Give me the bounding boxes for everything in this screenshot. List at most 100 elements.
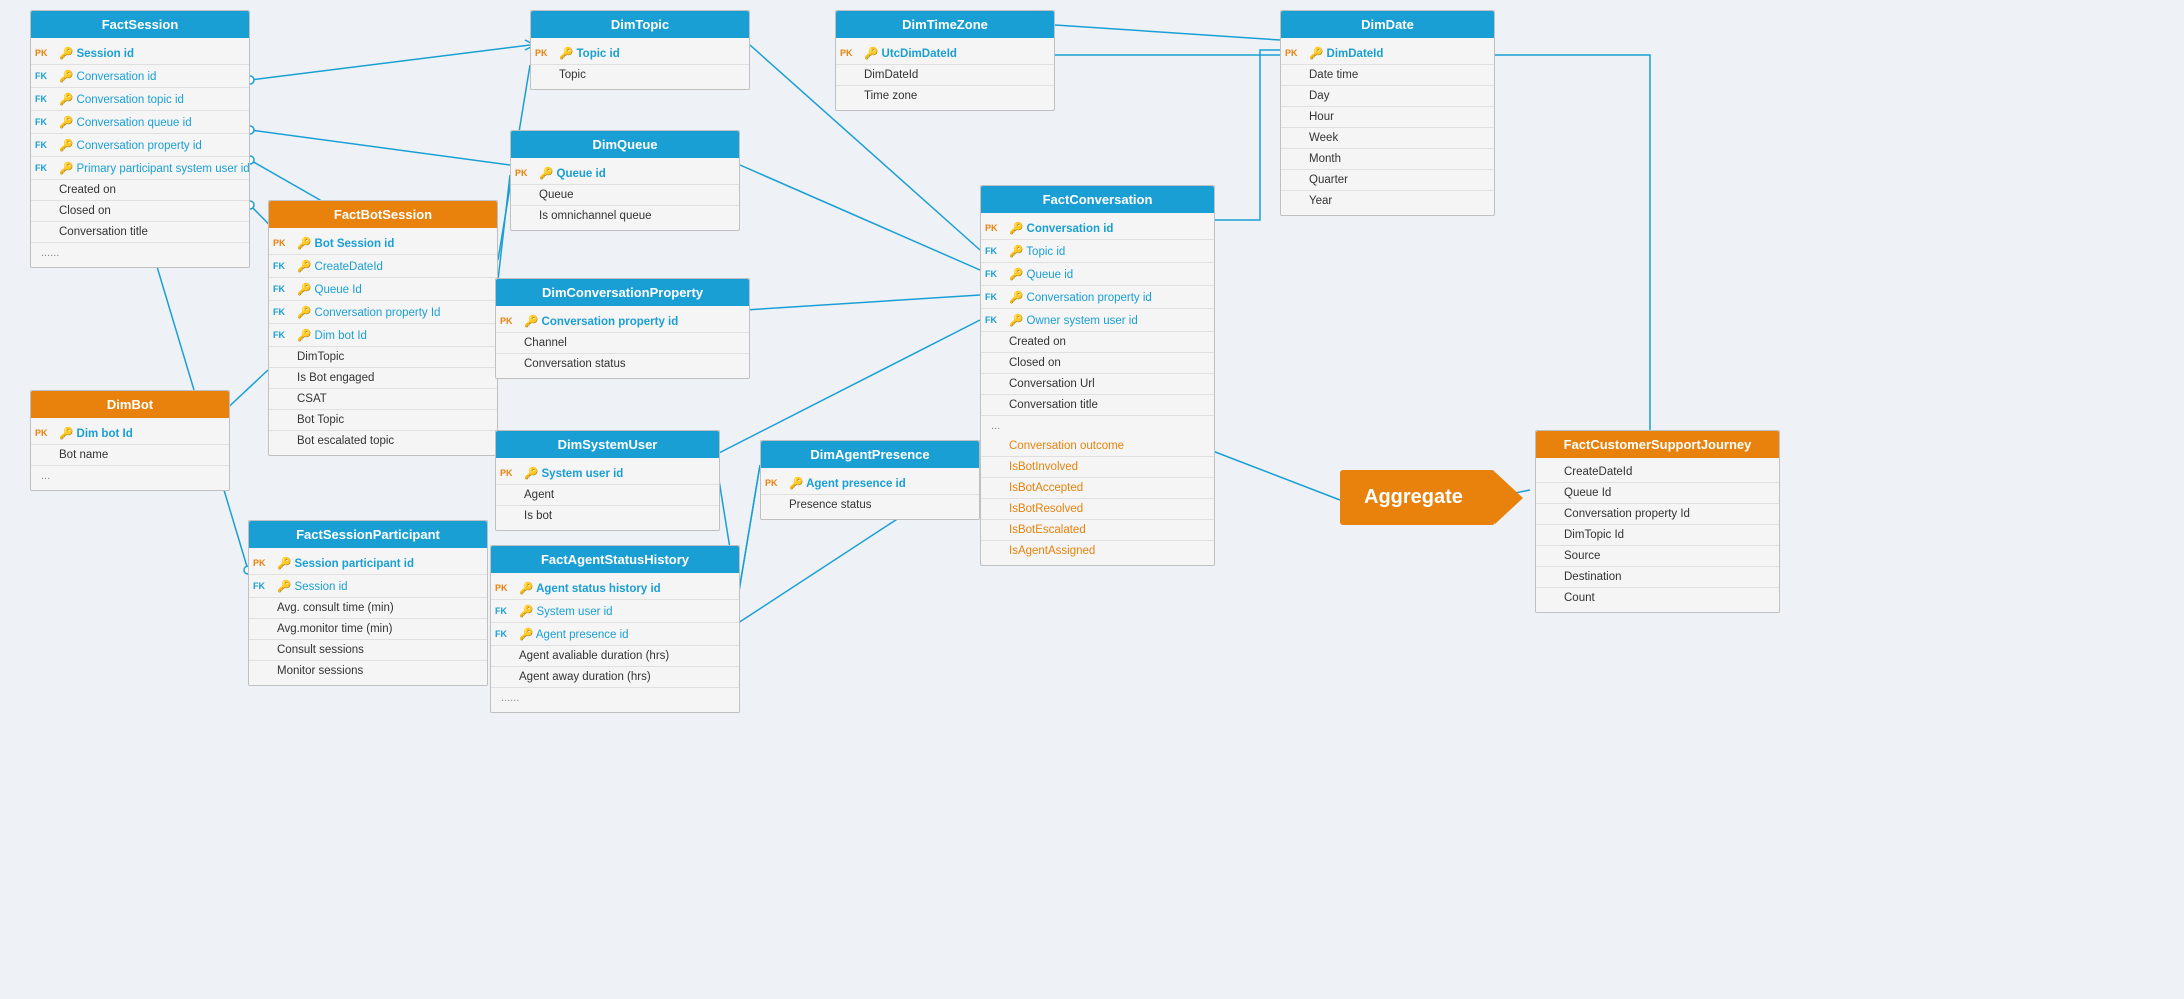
dq-row-id: PK🔑 Queue id xyxy=(511,162,739,185)
fact-session-row-primaryuser: FK🔑 Primary participant system user id xyxy=(31,157,249,180)
dim-date-body: PK🔑 DimDateId Date time Day Hour Week Mo… xyxy=(1281,38,1494,215)
fact-conversation-entity: FactConversation PK🔑 Conversation id FK🔑… xyxy=(980,185,1215,566)
fact-session-dots: ...... xyxy=(31,243,249,263)
fsp-row-id: PK🔑 Session participant id xyxy=(249,552,487,575)
dq-row-queue: Queue xyxy=(511,185,739,206)
dcp-row-channel: Channel xyxy=(496,333,749,354)
fcsj-row-queueid: Queue Id xyxy=(1536,483,1779,504)
fact-conversation-body: PK🔑 Conversation id FK🔑 Topic id FK🔑 Que… xyxy=(981,213,1214,565)
dim-topic-entity: DimTopic PK🔑 Topic id Topic xyxy=(530,10,750,90)
fbs-row-dimbotid: FK🔑 Dim bot Id xyxy=(269,324,497,347)
fact-session-participant-body: PK🔑 Session participant id FK🔑 Session i… xyxy=(249,548,487,685)
fash-row-availabledur: Agent avaliable duration (hrs) xyxy=(491,646,739,667)
fact-bot-session-entity: FactBotSession PK🔑 Bot Session id FK🔑 Cr… xyxy=(268,200,498,456)
fc-row-topicid: FK🔑 Topic id xyxy=(981,240,1214,263)
fc-row-closedon: Closed on xyxy=(981,353,1214,374)
dsu-row-id: PK🔑 System user id xyxy=(496,462,719,485)
fact-session-row-closedon: Closed on xyxy=(31,201,249,222)
fcsj-row-createdateid: CreateDateId xyxy=(1536,462,1779,483)
fash-row-awaydur: Agent away duration (hrs) xyxy=(491,667,739,688)
fact-customer-support-journey-header: FactCustomerSupportJourney xyxy=(1536,431,1779,458)
fc-row-isbotescalated: IsBotEscalated xyxy=(981,520,1214,541)
fact-session-row-sessionid: PK🔑 Session id xyxy=(31,42,249,65)
fcsj-row-destination: Destination xyxy=(1536,567,1779,588)
fbs-row-csat: CSAT xyxy=(269,389,497,410)
dim-timezone-entity: DimTimeZone PK🔑 UtcDimDateId DimDateId T… xyxy=(835,10,1055,111)
fact-session-row-title: Conversation title xyxy=(31,222,249,243)
dim-topic-header: DimTopic xyxy=(531,11,749,38)
dd-row-id: PK🔑 DimDateId xyxy=(1281,42,1494,65)
fash-dots: ...... xyxy=(491,688,739,708)
fc-row-createdon: Created on xyxy=(981,332,1214,353)
dtz-row-dimdateid: DimDateId xyxy=(836,65,1054,86)
fact-agent-status-history-header: FactAgentStatusHistory xyxy=(491,546,739,573)
dim-bot-body: PK🔑 Dim bot Id Bot name ... xyxy=(31,418,229,490)
fcsj-row-convpropid: Conversation property Id xyxy=(1536,504,1779,525)
dim-topic-body: PK🔑 Topic id Topic xyxy=(531,38,749,89)
dim-system-user-body: PK🔑 System user id Agent Is bot xyxy=(496,458,719,530)
dsu-row-isbot: Is bot xyxy=(496,506,719,526)
dim-date-header: DimDate xyxy=(1281,11,1494,38)
dap-row-status: Presence status xyxy=(761,495,979,515)
aggregate-label: Aggregate xyxy=(1340,470,1495,525)
dcp-row-status: Conversation status xyxy=(496,354,749,374)
dd-row-hour: Hour xyxy=(1281,107,1494,128)
fsp-row-consulttime: Avg. consult time (min) xyxy=(249,598,487,619)
fc-row-url: Conversation Url xyxy=(981,374,1214,395)
fbs-row-dimtopic: DimTopic xyxy=(269,347,497,368)
dim-agent-presence-entity: DimAgentPresence PK🔑 Agent presence id P… xyxy=(760,440,980,520)
fc-row-convid: PK🔑 Conversation id xyxy=(981,217,1214,240)
dim-queue-body: PK🔑 Queue id Queue Is omnichannel queue xyxy=(511,158,739,230)
fsp-row-consultsessions: Consult sessions xyxy=(249,640,487,661)
fact-session-header: FactSession xyxy=(31,11,249,38)
dd-row-month: Month xyxy=(1281,149,1494,170)
fact-session-participant-header: FactSessionParticipant xyxy=(249,521,487,548)
fc-row-isbotinvolved: IsBotInvolved xyxy=(981,457,1214,478)
dt-row-topic: Topic xyxy=(531,65,749,85)
fbs-row-queueid: FK🔑 Queue Id xyxy=(269,278,497,301)
dap-row-id: PK🔑 Agent presence id xyxy=(761,472,979,495)
fact-session-participant-entity: FactSessionParticipant PK🔑 Session parti… xyxy=(248,520,488,686)
fc-dots: ... xyxy=(981,416,1214,436)
dim-system-user-entity: DimSystemUser PK🔑 System user id Agent I… xyxy=(495,430,720,531)
dim-bot-entity: DimBot PK🔑 Dim bot Id Bot name ... xyxy=(30,390,230,491)
fbs-row-botsessionid: PK🔑 Bot Session id xyxy=(269,232,497,255)
fc-row-propid: FK🔑 Conversation property id xyxy=(981,286,1214,309)
fact-session-row-convid: FK🔑 Conversation id xyxy=(31,65,249,88)
fbs-row-createdateid: FK🔑 CreateDateId xyxy=(269,255,497,278)
fc-row-ownerid: FK🔑 Owner system user id xyxy=(981,309,1214,332)
dim-bot-row-name: Bot name xyxy=(31,445,229,466)
dim-agent-presence-body: PK🔑 Agent presence id Presence status xyxy=(761,468,979,519)
fc-row-outcome: Conversation outcome xyxy=(981,436,1214,457)
fcsj-row-source: Source xyxy=(1536,546,1779,567)
dim-timezone-body: PK🔑 UtcDimDateId DimDateId Time zone xyxy=(836,38,1054,110)
fact-bot-session-header: FactBotSession xyxy=(269,201,497,228)
fbs-row-convpropid: FK🔑 Conversation property Id xyxy=(269,301,497,324)
dd-row-day: Day xyxy=(1281,86,1494,107)
dim-queue-header: DimQueue xyxy=(511,131,739,158)
dt-row-id: PK🔑 Topic id xyxy=(531,42,749,65)
dtz-row-timezone: Time zone xyxy=(836,86,1054,106)
dd-row-quarter: Quarter xyxy=(1281,170,1494,191)
fsp-row-monitorsessions: Monitor sessions xyxy=(249,661,487,681)
dd-row-year: Year xyxy=(1281,191,1494,211)
dim-agent-presence-header: DimAgentPresence xyxy=(761,441,979,468)
fbs-row-botescalated: Bot escalated topic xyxy=(269,431,497,451)
fact-agent-status-history-entity: FactAgentStatusHistory PK🔑 Agent status … xyxy=(490,545,740,713)
dim-system-user-header: DimSystemUser xyxy=(496,431,719,458)
diagram-canvas: FactSession PK🔑 Session id FK🔑 Conversat… xyxy=(0,0,2184,999)
fc-row-isbotresolved: IsBotResolved xyxy=(981,499,1214,520)
fcsj-row-dimtopicid: DimTopic Id xyxy=(1536,525,1779,546)
fact-session-entity: FactSession PK🔑 Session id FK🔑 Conversat… xyxy=(30,10,250,268)
fact-session-row-topicid: FK🔑 Conversation topic id xyxy=(31,88,249,111)
dim-conv-prop-entity: DimConversationProperty PK🔑 Conversation… xyxy=(495,278,750,379)
fact-customer-support-journey-entity: FactCustomerSupportJourney CreateDateId … xyxy=(1535,430,1780,613)
dim-date-entity: DimDate PK🔑 DimDateId Date time Day Hour… xyxy=(1280,10,1495,216)
fash-row-systemuserid: FK🔑 System user id xyxy=(491,600,739,623)
fact-session-row-queueid: FK🔑 Conversation queue id xyxy=(31,111,249,134)
dim-bot-row-id: PK🔑 Dim bot Id xyxy=(31,422,229,445)
fact-session-row-createdon: Created on xyxy=(31,180,249,201)
fbs-row-bottopic: Bot Topic xyxy=(269,410,497,431)
dtz-row-utcid: PK🔑 UtcDimDateId xyxy=(836,42,1054,65)
dcp-row-id: PK🔑 Conversation property id xyxy=(496,310,749,333)
